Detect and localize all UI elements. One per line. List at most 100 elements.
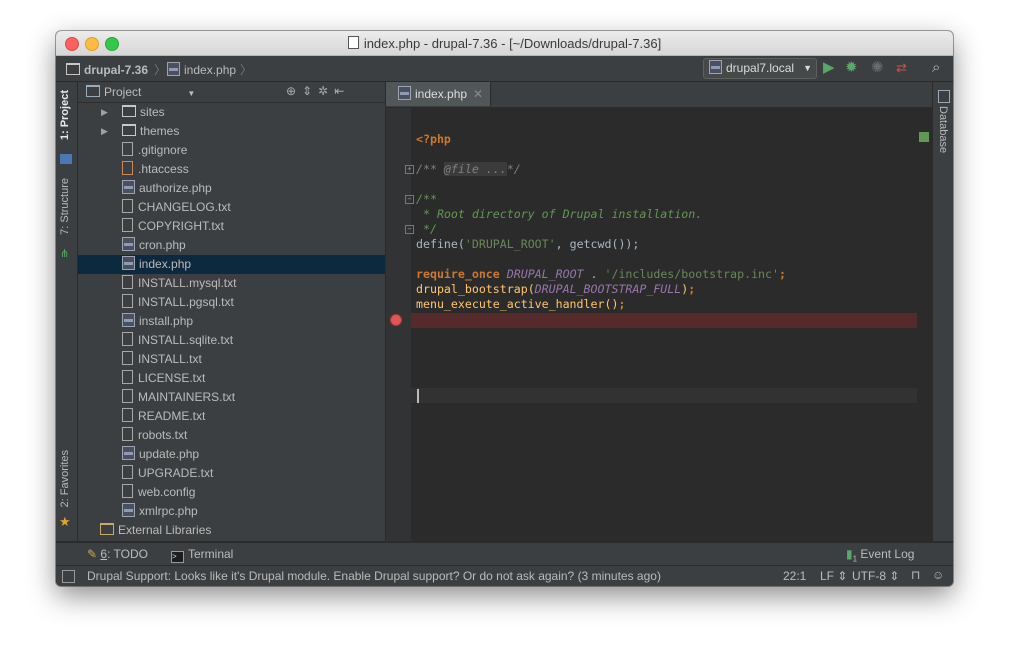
- require-keyword: require_once: [416, 267, 500, 281]
- tab-project[interactable]: 1: Project: [59, 90, 71, 140]
- php-file-icon: xmlrpc.php: [122, 502, 198, 521]
- tree-item[interactable]: README.txt: [78, 407, 385, 426]
- folded-comment-open: /**: [416, 162, 444, 176]
- tree-item-label: .htaccess: [138, 162, 189, 176]
- code-line-1: <?php: [416, 132, 786, 147]
- text-file-icon: README.txt: [122, 407, 205, 426]
- tree-item[interactable]: xmlrpc.php: [78, 502, 385, 521]
- tab-structure[interactable]: 7: Structure: [59, 178, 71, 235]
- tree-item[interactable]: ▶ themes: [78, 122, 385, 141]
- event-log-icon: ▮: [846, 547, 853, 561]
- text-file-icon: CHANGELOG.txt: [122, 198, 231, 217]
- code-line-5: −/**: [405, 192, 786, 207]
- doc-comment-text: * Root directory of Drupal installation.: [416, 207, 703, 221]
- run-configuration-label: drupal7.local: [726, 61, 795, 75]
- text-file-icon: COPYRIGHT.txt: [122, 217, 224, 236]
- code-line-8: define('DRUPAL_ROOT', getcwd());: [416, 237, 640, 251]
- define-argument: 'DRUPAL_ROOT': [464, 237, 556, 251]
- tree-item-label: INSTALL.sqlite.txt: [138, 333, 234, 347]
- left-tool-strip: 1: Project 7: Structure ⋔ 2: Favorites ★: [56, 82, 78, 541]
- tree-item[interactable]: COPYRIGHT.txt: [78, 217, 385, 236]
- code-line-6: * Root directory of Drupal installation.: [416, 207, 786, 222]
- tree-item[interactable]: install.php: [78, 312, 385, 331]
- tree-item-label: index.php: [139, 257, 192, 271]
- tree-item[interactable]: index.php: [78, 255, 385, 274]
- hide-panel-icon[interactable]: ⇤: [334, 84, 350, 98]
- tree-item[interactable]: UPGRADE.txt: [78, 464, 385, 483]
- tab-todo[interactable]: ✎ 6: TODO: [87, 547, 148, 561]
- tab-favorites[interactable]: 2: Favorites: [59, 450, 71, 507]
- expand-arrow-icon[interactable]: ▶: [101, 103, 108, 122]
- fold-end-icon[interactable]: −: [405, 225, 414, 234]
- code-line-11: drupal_bootstrap(DRUPAL_BOOTSTRAP_FULL);: [416, 282, 696, 296]
- tree-item[interactable]: INSTALL.sqlite.txt: [78, 331, 385, 350]
- tree-item[interactable]: robots.txt: [78, 426, 385, 445]
- lock-icon[interactable]: ⊓: [911, 568, 920, 582]
- line-separator-select[interactable]: LF ⇕: [820, 569, 847, 583]
- breadcrumb-file[interactable]: index.php 〉: [167, 61, 252, 78]
- scroll-from-source-icon[interactable]: ⊕: [286, 84, 302, 98]
- run-configuration-select[interactable]: drupal7.local ▼: [703, 58, 817, 79]
- tree-item[interactable]: INSTALL.mysql.txt: [78, 274, 385, 293]
- tab-terminal[interactable]: > Terminal: [171, 547, 233, 563]
- php-file-icon: authorize.php: [122, 179, 212, 198]
- code-line-7: − */: [405, 222, 786, 237]
- tree-item[interactable]: INSTALL.pgsql.txt: [78, 293, 385, 312]
- code-content: <?php +/** @file ... */ −/** * Root direc…: [405, 132, 786, 327]
- project-panel: Project ▼ ⊕⇕✲⇤ ▶ sites ▶ themes .gitignore .ht…: [78, 82, 386, 541]
- tree-item-label: LICENSE.txt: [138, 371, 206, 385]
- tree-item[interactable]: INSTALL.txt: [78, 350, 385, 369]
- tab-event-log[interactable]: ▮1 Event Log: [846, 547, 914, 563]
- tree-item[interactable]: cron.php: [78, 236, 385, 255]
- breakpoint-icon[interactable]: [390, 314, 402, 326]
- tab-database[interactable]: Database: [937, 106, 949, 153]
- structure-icon: ⋔: [60, 248, 70, 260]
- tree-item[interactable]: CHANGELOG.txt: [78, 198, 385, 217]
- tree-item[interactable]: web.config: [78, 483, 385, 502]
- php-file-icon: index.php: [122, 255, 191, 274]
- status-message[interactable]: Drupal Support: Looks like it's Drupal m…: [87, 569, 661, 583]
- fold-expand-icon[interactable]: +: [405, 165, 414, 174]
- text-file-icon: MAINTAINERS.txt: [122, 388, 235, 407]
- php-file-icon: [167, 62, 180, 76]
- code-line-10: require_once DRUPAL_ROOT . '/includes/bo…: [416, 267, 786, 281]
- tree-item[interactable]: authorize.php: [78, 179, 385, 198]
- doc-comment-close: */: [416, 222, 437, 236]
- search-icon[interactable]: ⌕: [932, 60, 940, 76]
- close-tab-icon[interactable]: ✕: [473, 87, 483, 101]
- todo-icon: ✎: [87, 547, 98, 561]
- tree-item[interactable]: .gitignore: [78, 141, 385, 160]
- caret-position[interactable]: 22:1: [783, 569, 806, 583]
- tree-item[interactable]: .htaccess: [78, 160, 385, 179]
- window-title-text: index.php - drupal-7.36 - [~/Downloads/d…: [363, 36, 662, 51]
- title-bar: index.php - drupal-7.36 - [~/Downloads/d…: [56, 31, 953, 56]
- breadcrumb-project[interactable]: drupal-7.36 〉: [66, 61, 166, 78]
- expand-arrow-icon[interactable]: ▶: [101, 122, 108, 141]
- tree-item-label: CHANGELOG.txt: [138, 200, 231, 214]
- tree-item[interactable]: ▶ sites: [78, 103, 385, 122]
- encoding-select[interactable]: UTF-8 ⇕: [852, 569, 899, 583]
- tree-item-label: COPYRIGHT.txt: [138, 219, 225, 233]
- event-log-count: 1: [852, 554, 858, 564]
- tab-index-php[interactable]: index.php ✕: [386, 82, 491, 106]
- tree-item-label: .gitignore: [138, 143, 188, 157]
- project-view-select[interactable]: Project ▼: [86, 85, 195, 99]
- tree-item[interactable]: MAINTAINERS.txt: [78, 388, 385, 407]
- folded-comment-placeholder[interactable]: @file ...: [443, 162, 507, 176]
- run-icon[interactable]: ▶: [823, 60, 835, 76]
- debug-icon[interactable]: ✹: [845, 60, 858, 76]
- inspector-icon[interactable]: ☺: [932, 568, 944, 582]
- coverage-icon[interactable]: ✺: [871, 60, 884, 76]
- tool-windows-toggle-icon[interactable]: [62, 570, 75, 583]
- collapse-all-icon[interactable]: ⇕: [302, 84, 318, 98]
- tree-item-label: UPGRADE.txt: [138, 466, 214, 480]
- code-editor[interactable]: <?php +/** @file ... */ −/** * Root direc…: [386, 108, 932, 541]
- tree-item[interactable]: External Libraries: [78, 521, 385, 540]
- stop-icon[interactable]: ⇄: [896, 60, 907, 76]
- tree-item[interactable]: update.php: [78, 445, 385, 464]
- gear-icon[interactable]: ✲: [318, 84, 334, 98]
- bootstrap-constant: DRUPAL_BOOTSTRAP_FULL: [534, 282, 682, 296]
- fold-collapse-icon[interactable]: −: [405, 195, 414, 204]
- tree-item[interactable]: LICENSE.txt: [78, 369, 385, 388]
